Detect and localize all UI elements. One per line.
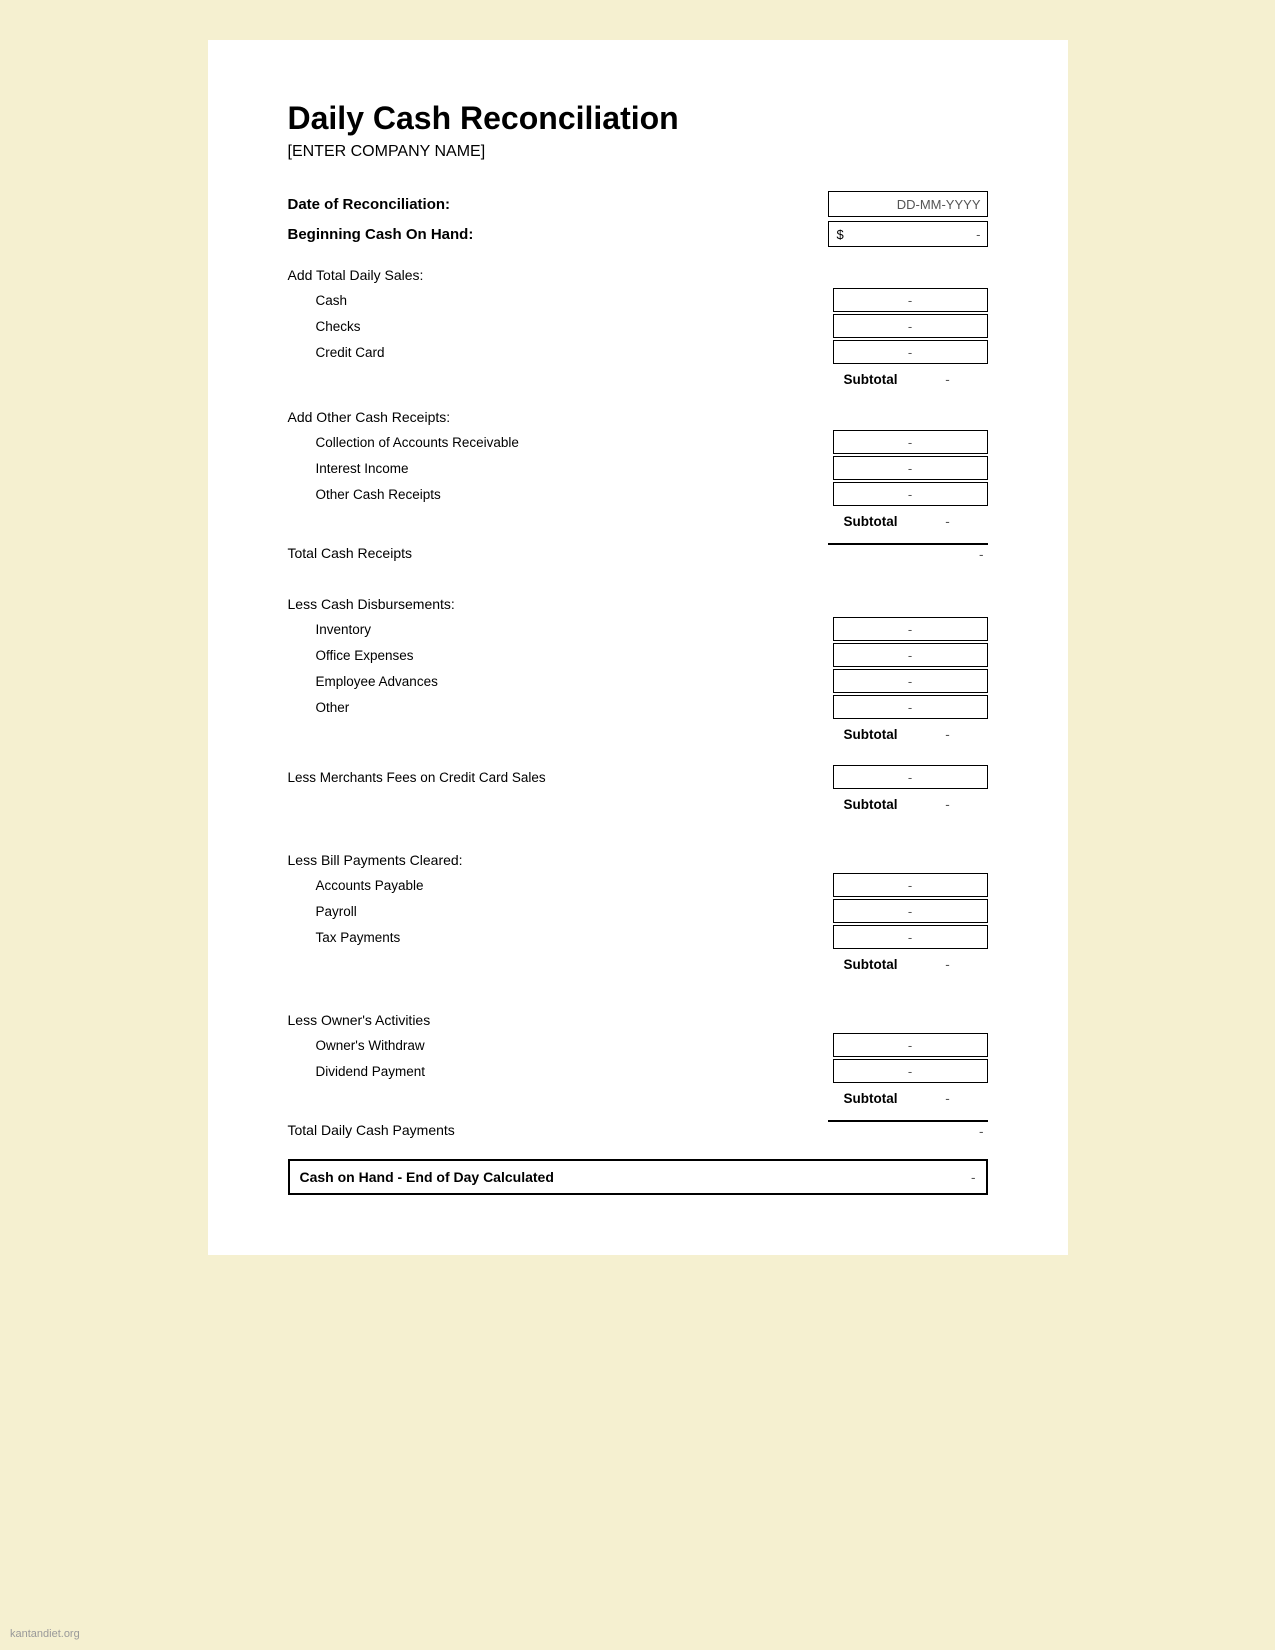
watermark: kantandiet.org xyxy=(10,1628,80,1640)
merchant-fees-input[interactable]: - xyxy=(833,765,988,789)
credit-card-input[interactable]: - xyxy=(833,340,988,364)
merchant-fees-subtotal-label: Subtotal xyxy=(288,797,908,812)
other-disbursements-label: Other xyxy=(288,700,833,715)
total-daily-payments-line xyxy=(828,1120,988,1122)
date-row: Date of Reconciliation: DD-MM-YYYY xyxy=(288,191,988,217)
page-title: Daily Cash Reconciliation xyxy=(288,100,988,137)
inventory-label: Inventory xyxy=(288,622,833,637)
owners-withdraw-row: Owner's Withdraw - xyxy=(288,1032,988,1058)
employee-advances-input[interactable]: - xyxy=(833,669,988,693)
office-expenses-label: Office Expenses xyxy=(288,648,833,663)
owner-activities-subtotal-value: - xyxy=(908,1091,988,1106)
owners-withdraw-label: Owner's Withdraw xyxy=(288,1038,833,1053)
other-receipts-subtotal-value: - xyxy=(908,514,988,529)
bill-payments-subtotal-label: Subtotal xyxy=(288,957,908,972)
total-cash-receipts-value-container: - xyxy=(828,543,988,562)
checks-input[interactable]: - xyxy=(833,314,988,338)
beginning-cash-label: Beginning Cash On Hand: xyxy=(288,226,474,243)
other-cash-receipts-label: Other Cash Receipts xyxy=(288,487,833,502)
interest-income-label: Interest Income xyxy=(288,461,833,476)
other-receipts-subtotal-row: Subtotal - xyxy=(288,509,988,533)
tax-payments-input[interactable]: - xyxy=(833,925,988,949)
payroll-row: Payroll - xyxy=(288,898,988,924)
daily-sales-subtotal-label: Subtotal xyxy=(288,372,908,387)
dividend-payment-row: Dividend Payment - xyxy=(288,1058,988,1084)
date-label: Date of Reconciliation: xyxy=(288,196,451,213)
cash-end-of-day-row: Cash on Hand - End of Day Calculated - xyxy=(288,1159,988,1195)
owner-activities-header: Less Owner's Activities xyxy=(288,1012,988,1028)
disbursements-subtotal-label: Subtotal xyxy=(288,727,908,742)
other-cash-receipts-input[interactable]: - xyxy=(833,482,988,506)
payroll-label: Payroll xyxy=(288,904,833,919)
disbursements-subtotal-row: Subtotal - xyxy=(288,722,988,746)
employee-advances-row: Employee Advances - xyxy=(288,668,988,694)
tax-payments-row: Tax Payments - xyxy=(288,924,988,950)
cash-row: Cash - xyxy=(288,287,988,313)
office-expenses-row: Office Expenses - xyxy=(288,642,988,668)
owners-withdraw-input[interactable]: - xyxy=(833,1033,988,1057)
cash-end-of-day-value: - xyxy=(971,1170,976,1185)
inventory-row: Inventory - xyxy=(288,616,988,642)
merchant-fees-subtotal-row: Subtotal - xyxy=(288,792,988,816)
beginning-cash-row: Beginning Cash On Hand: $ - xyxy=(288,221,988,247)
cash-input[interactable]: - xyxy=(833,288,988,312)
company-name: [ENTER COMPANY NAME] xyxy=(288,143,988,161)
date-input[interactable]: DD-MM-YYYY xyxy=(828,191,988,217)
total-daily-payments-label: Total Daily Cash Payments xyxy=(288,1122,828,1138)
accounts-receivable-input[interactable]: - xyxy=(833,430,988,454)
total-cash-receipts-line xyxy=(828,543,988,545)
employee-advances-label: Employee Advances xyxy=(288,674,833,689)
office-expenses-input[interactable]: - xyxy=(833,643,988,667)
credit-card-label: Credit Card xyxy=(288,345,833,360)
beginning-cash-input[interactable]: $ - xyxy=(828,221,988,247)
bill-payments-header: Less Bill Payments Cleared: xyxy=(288,852,988,868)
checks-row: Checks - xyxy=(288,313,988,339)
payroll-input[interactable]: - xyxy=(833,899,988,923)
total-daily-payments-value-container: - xyxy=(828,1120,988,1139)
merchant-fees-row: Less Merchants Fees on Credit Card Sales… xyxy=(288,764,988,790)
tax-payments-label: Tax Payments xyxy=(288,930,833,945)
accounts-payable-input[interactable]: - xyxy=(833,873,988,897)
accounts-payable-row: Accounts Payable - xyxy=(288,872,988,898)
owner-activities-subtotal-row: Subtotal - xyxy=(288,1086,988,1110)
merchant-fees-subtotal-value: - xyxy=(908,797,988,812)
total-cash-receipts-row: Total Cash Receipts - xyxy=(288,543,988,562)
cash-label: Cash xyxy=(288,293,833,308)
total-daily-payments-row: Total Daily Cash Payments - xyxy=(288,1120,988,1139)
total-cash-receipts-value: - xyxy=(979,547,988,562)
accounts-payable-label: Accounts Payable xyxy=(288,878,833,893)
page: Daily Cash Reconciliation [ENTER COMPANY… xyxy=(208,40,1068,1255)
total-cash-receipts-label: Total Cash Receipts xyxy=(288,545,828,561)
daily-sales-subtotal-row: Subtotal - xyxy=(288,367,988,391)
interest-income-row: Interest Income - xyxy=(288,455,988,481)
daily-sales-header: Add Total Daily Sales: xyxy=(288,267,988,283)
accounts-receivable-row: Collection of Accounts Receivable - xyxy=(288,429,988,455)
bill-payments-subtotal-row: Subtotal - xyxy=(288,952,988,976)
inventory-input[interactable]: - xyxy=(833,617,988,641)
total-daily-payments-value: - xyxy=(979,1124,988,1139)
owner-activities-subtotal-label: Subtotal xyxy=(288,1091,908,1106)
other-receipts-header: Add Other Cash Receipts: xyxy=(288,409,988,425)
checks-label: Checks xyxy=(288,319,833,334)
disbursements-header: Less Cash Disbursements: xyxy=(288,596,988,612)
other-receipts-subtotal-label: Subtotal xyxy=(288,514,908,529)
merchant-fees-label: Less Merchants Fees on Credit Card Sales xyxy=(288,770,833,785)
bill-payments-subtotal-value: - xyxy=(908,957,988,972)
interest-income-input[interactable]: - xyxy=(833,456,988,480)
credit-card-row: Credit Card - xyxy=(288,339,988,365)
accounts-receivable-label: Collection of Accounts Receivable xyxy=(288,435,833,450)
dividend-payment-label: Dividend Payment xyxy=(288,1064,833,1079)
cash-end-of-day-label: Cash on Hand - End of Day Calculated xyxy=(300,1169,972,1185)
disbursements-subtotal-value: - xyxy=(908,727,988,742)
other-cash-receipts-row: Other Cash Receipts - xyxy=(288,481,988,507)
other-disbursements-row: Other - xyxy=(288,694,988,720)
daily-sales-subtotal-value: - xyxy=(908,372,988,387)
dividend-payment-input[interactable]: - xyxy=(833,1059,988,1083)
other-disbursements-input[interactable]: - xyxy=(833,695,988,719)
